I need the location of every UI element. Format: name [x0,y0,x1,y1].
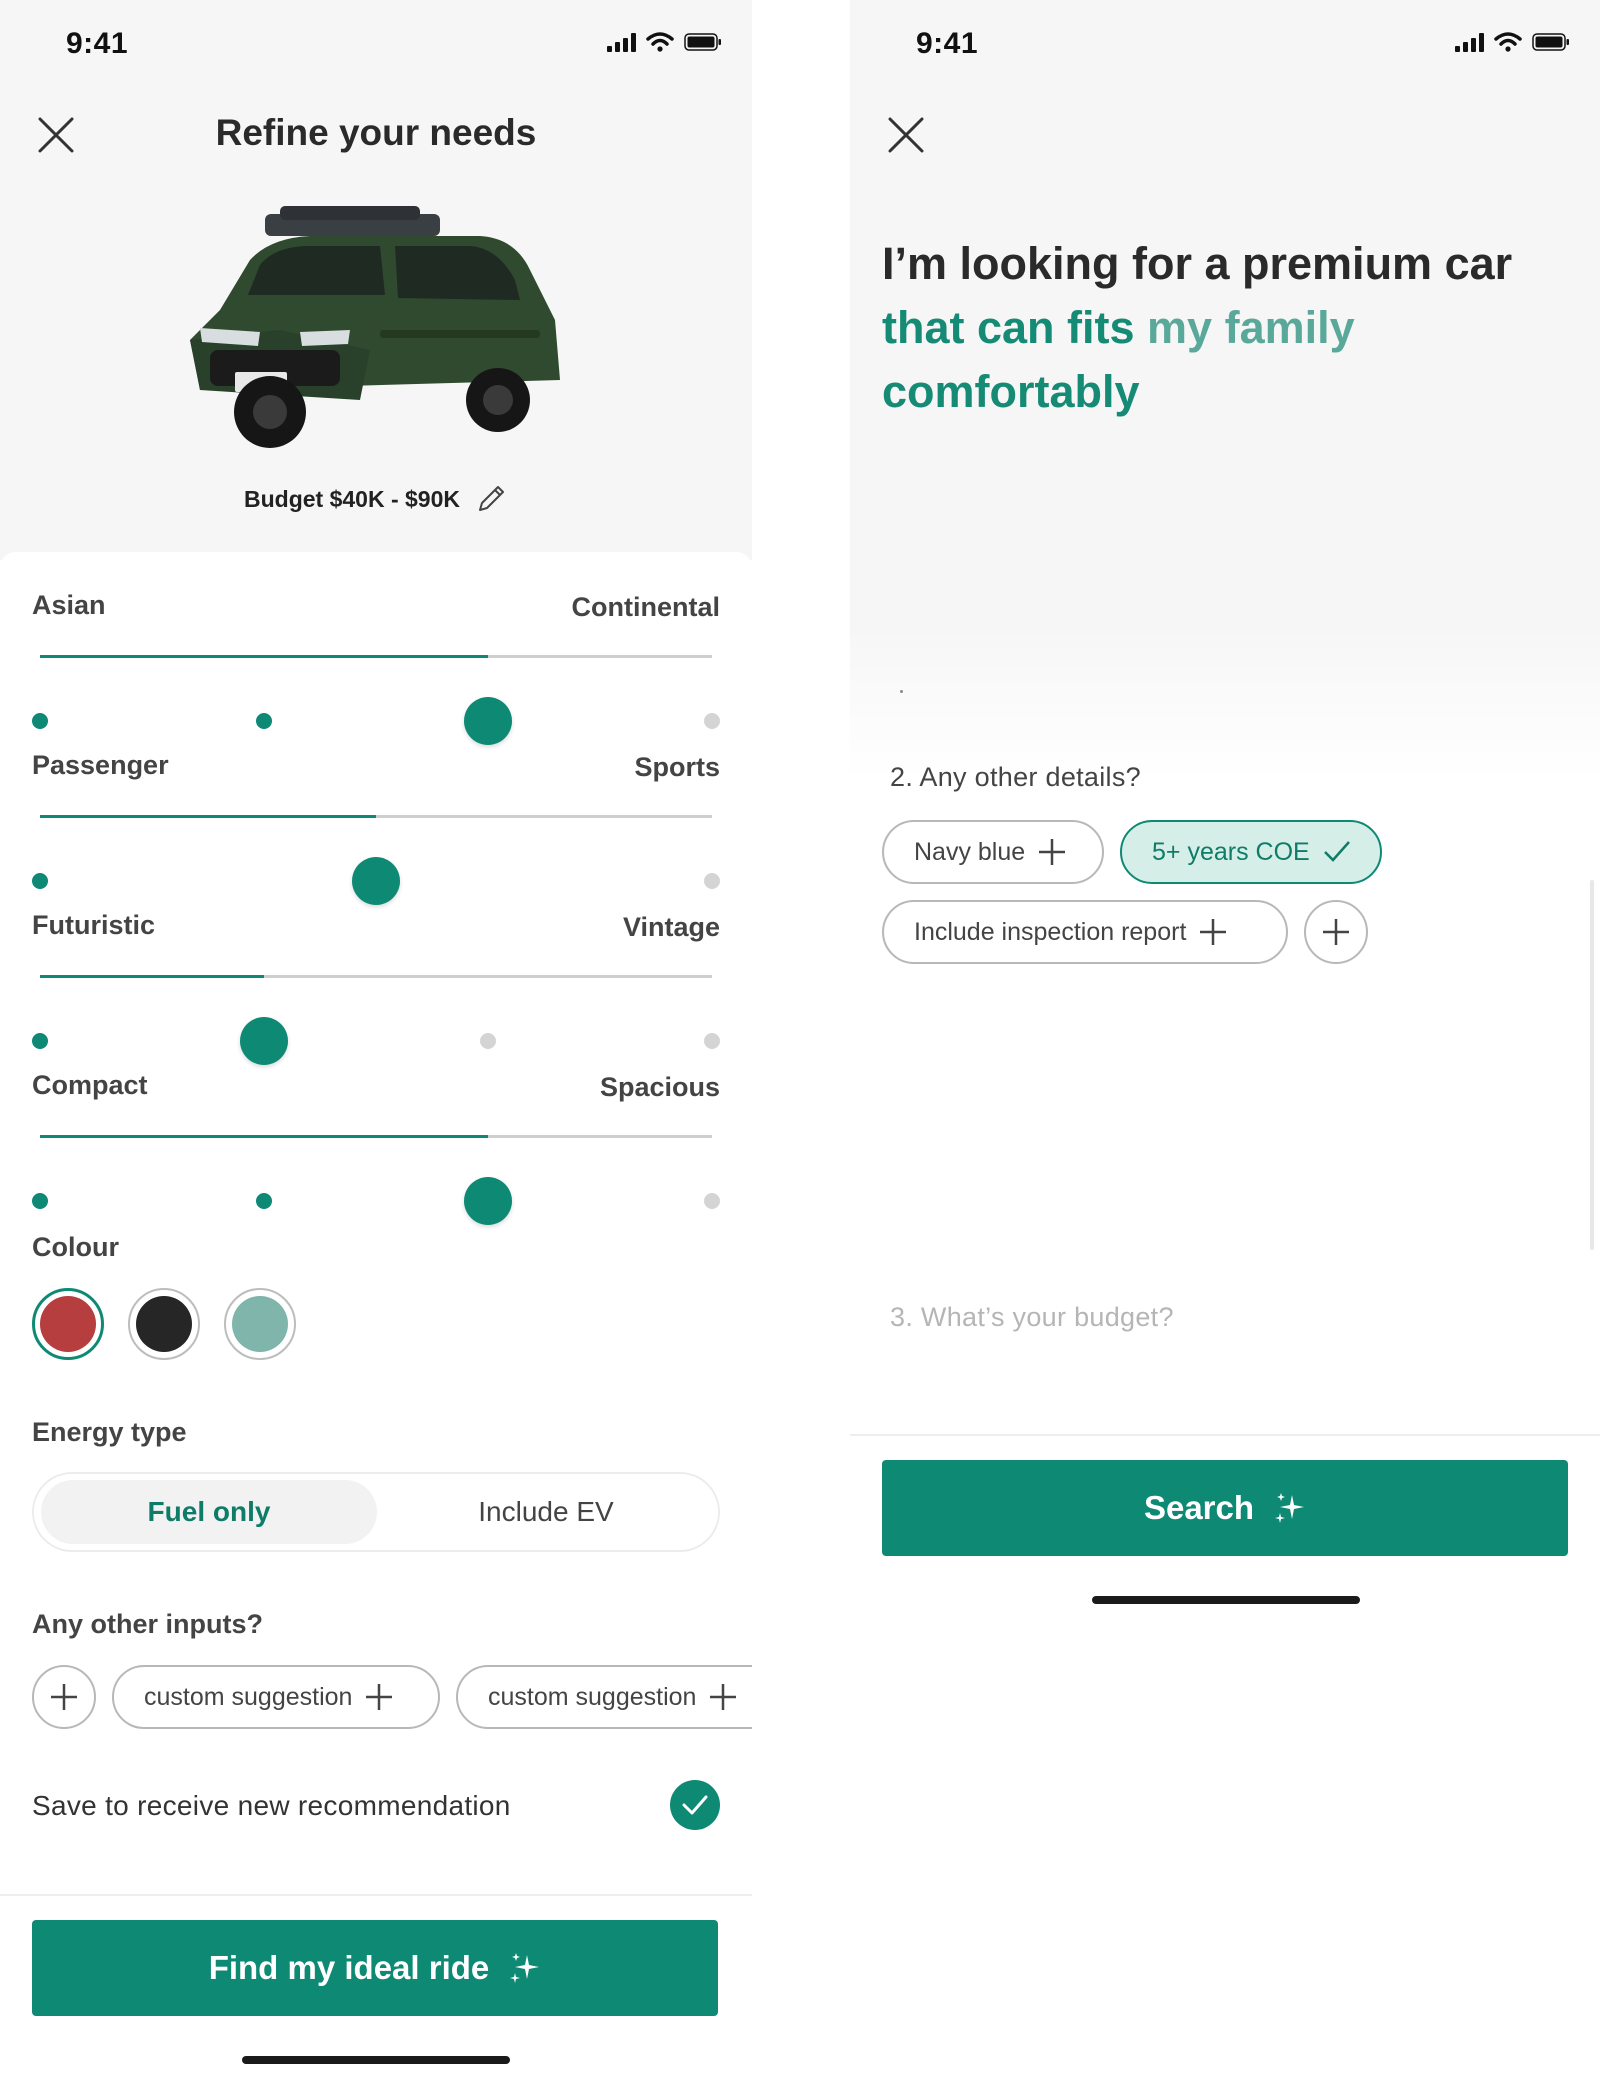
check-icon [682,1795,708,1815]
close-icon[interactable] [886,115,926,155]
colour-label: Colour [32,1232,119,1262]
plus-icon [366,1684,393,1710]
energy-option-fuel-only[interactable]: Fuel only [41,1480,377,1544]
energy-option-include-ev[interactable]: Include EV [378,1480,714,1544]
slider-left-label: Compact [32,1070,148,1100]
wifi-icon [1494,32,1522,52]
budget-text: Budget $40K - $90K [243,485,460,512]
pencil-edit-icon[interactable] [474,482,508,516]
slider-knob[interactable] [464,697,513,745]
prompt-line-1: I’m looking for a premium car [882,238,1513,289]
prompt-line-3: comfortably [882,366,1140,417]
slider-knob[interactable] [352,857,400,905]
slider-knob[interactable] [464,1177,513,1225]
chip-label: Include inspection report [914,917,1187,946]
question-budget: 3. What’s your budget? [890,1302,1174,1332]
sparkle-icon [510,1953,540,1983]
budget-row[interactable]: Budget $40K - $90K [0,482,752,516]
cursor-dot [900,690,903,693]
chip-label: custom suggestion [144,1682,353,1711]
status-time: 9:41 [916,27,979,60]
add-input-button[interactable] [32,1665,96,1729]
slider-left-label: Futuristic [32,910,156,940]
chip-label: custom suggestion [488,1682,697,1711]
battery-icon [1532,33,1569,51]
battery-icon [684,33,721,51]
detail-chip-coe[interactable]: 5+ years COE [1120,820,1382,884]
question-other-details: 2. Any other details? [890,762,1141,792]
chip-label: 5+ years COE [1152,837,1310,866]
suggestion-chip[interactable]: custom suggestion [112,1665,440,1729]
plus-icon [710,1684,737,1710]
save-recommendation-text: Save to receive new recommendation [32,1790,511,1821]
slider-right-label: Continental [571,592,721,622]
save-checkbox[interactable] [670,1780,720,1830]
home-indicator [242,2056,510,2064]
slider-passenger-sports[interactable]: Passenger Sports [32,750,720,905]
slider-futuristic-vintage[interactable]: Futuristic Vintage [32,910,720,1065]
header-area: 9:41 Refine your needs Budget $40K - $90… [0,0,752,560]
slider-track[interactable] [32,655,720,745]
add-detail-button[interactable] [1304,900,1368,964]
slider-compact-spacious[interactable]: Compact Spacious [32,1070,720,1225]
divider [850,1434,1600,1436]
prompt-line-2a: that can fits [882,302,1148,353]
slider-left-label: Asian [32,590,106,620]
search-prompt-screen: 9:41 I’m looking for a premium car that … [850,0,1600,2084]
car-image [190,206,560,448]
plus-icon [1323,919,1349,945]
prompt-line-2: that can fits my family [882,296,1582,360]
cta-label: Find my ideal ride [208,1949,490,1986]
slider-right-label: Spacious [599,1072,720,1102]
status-bar: 9:41 [850,0,1600,90]
slider-right-label: Vintage [622,912,720,942]
wifi-icon [646,32,674,52]
status-time: 9:41 [66,27,129,60]
prompt-line-2b: my family [1147,302,1355,353]
colour-swatch-black[interactable] [128,1288,200,1360]
suggestion-chip[interactable]: custom suggestion [456,1665,752,1729]
slider-track[interactable] [32,975,720,1065]
divider [0,1894,752,1896]
search-prompt-text: I’m looking for a premium car that can f… [882,232,1582,424]
other-inputs-label: Any other inputs? [32,1609,263,1639]
plus-icon [1039,839,1066,865]
cellular-signal-icon [1455,32,1484,52]
energy-type-label: Energy type [32,1417,187,1447]
sparkle-icon [1275,1493,1305,1523]
energy-type-toggle: Fuel only Include EV [32,1472,720,1552]
cellular-signal-icon [607,32,636,52]
slider-left-label: Passenger [32,750,169,780]
plus-icon [51,1684,77,1710]
colour-swatch-teal[interactable] [224,1288,296,1360]
find-ideal-ride-button[interactable]: Find my ideal ride [32,1920,718,2016]
chip-label: Navy blue [914,837,1026,866]
status-bar: 9:41 [0,0,752,90]
scrollbar[interactable] [1590,880,1594,1250]
detail-chip-inspection[interactable]: Include inspection report [882,900,1288,964]
page-title: Refine your needs [215,112,537,153]
search-button[interactable]: Search [882,1460,1568,1556]
home-indicator [1092,1596,1360,1604]
plus-icon [1200,919,1227,945]
check-icon [1323,841,1350,862]
slider-knob[interactable] [239,1017,288,1065]
cta-label: Search [1143,1489,1255,1526]
colour-swatch-red[interactable] [32,1288,104,1360]
refine-needs-screen: 9:41 Refine your needs Budget $40K - $90… [0,0,752,2084]
slider-right-label: Sports [634,752,720,782]
detail-chip-navy-blue[interactable]: Navy blue [882,820,1104,884]
slider-track[interactable] [32,815,720,905]
slider-asian-continental[interactable]: Asian Continental [32,590,721,745]
save-recommendation-row[interactable]: Save to receive new recommendation [32,1780,720,1832]
slider-track[interactable] [32,1135,720,1225]
